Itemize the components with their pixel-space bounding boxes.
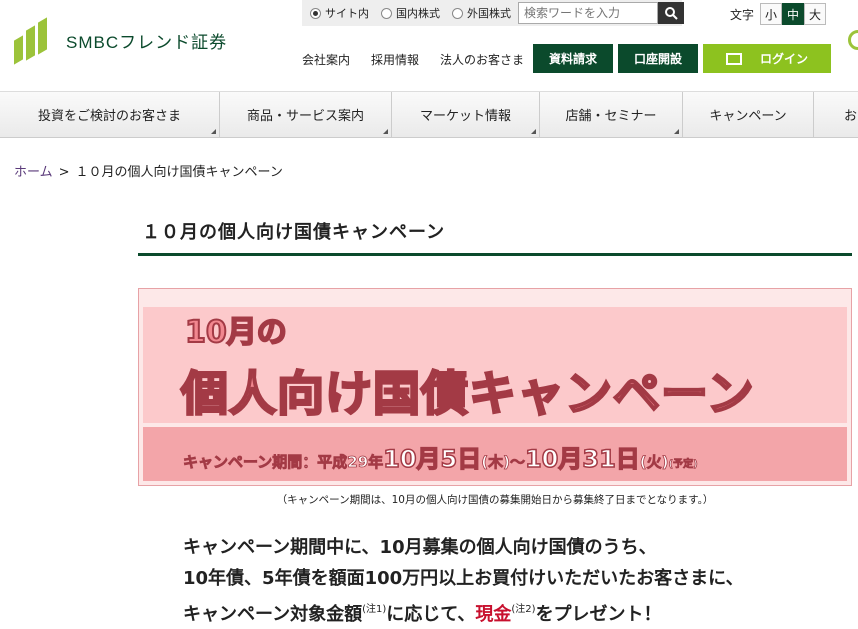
- radio-icon: [310, 7, 321, 19]
- campaign-period: キャンペーン期間：平成29年 10月5日 (木) ～ 10月31日 (火) (予…: [183, 439, 698, 474]
- site-search-bar: サイト内 国内株式 外国株式: [302, 0, 684, 26]
- banner-period-area: キャンペーン期間：平成29年 10月5日 (木) ～ 10月31日 (火) (予…: [143, 427, 847, 481]
- brand-name: SMBCフレンド証券: [66, 32, 228, 52]
- nav-label: マーケット情報: [419, 109, 511, 124]
- period-end: 10月31日: [524, 444, 640, 474]
- banner-month: 10月の: [184, 314, 288, 351]
- nav-label: キャンペーン: [709, 109, 787, 124]
- lead-line: キャンペーン対象金額(注1)に応じて、現金(注2)をプレゼント！: [183, 594, 744, 629]
- font-size-label: 文字: [730, 7, 755, 22]
- campaign-banner: 10月の 個人向け国債キャンペーン キャンペーン期間：平成29年 10月5日 (…: [138, 288, 852, 486]
- link-recruit[interactable]: 採用情報: [371, 51, 419, 68]
- open-account-button[interactable]: 口座開設: [618, 44, 698, 73]
- page-title: １０月の個人向け国債キャンペーン: [138, 218, 852, 256]
- login-label: ログイン: [759, 52, 808, 66]
- request-documents-button[interactable]: 資料請求: [533, 44, 613, 73]
- lead-text: に応じて、: [386, 604, 476, 625]
- nav-item-products[interactable]: 商品・サービス案内: [220, 92, 392, 137]
- radio-icon: [381, 7, 392, 19]
- login-button[interactable]: ログイン: [703, 44, 831, 73]
- search-button[interactable]: [658, 2, 684, 24]
- nav-label: 投資をご検討のお客さま: [37, 109, 181, 124]
- nav-item-branches[interactable]: 店舗・セミナー: [540, 92, 683, 137]
- nav-item-more[interactable]: お: [814, 92, 858, 137]
- breadcrumb-home[interactable]: ホーム: [14, 165, 53, 180]
- decorative-ring-icon: [848, 30, 858, 50]
- period-start-day: (木): [481, 453, 511, 472]
- lead-line: キャンペーン期間中に、10月募集の個人向け国債のうち、: [183, 537, 657, 558]
- period-tentative: (予定): [668, 459, 698, 471]
- nav-item-market[interactable]: マーケット情報: [392, 92, 540, 137]
- lead-text: をプレゼント！: [535, 604, 662, 625]
- radio-label: 外国株式: [467, 7, 511, 20]
- breadcrumb-current: １０月の個人向け国債キャンペーン: [75, 165, 283, 180]
- link-corporate[interactable]: 法人のお客さま: [440, 51, 524, 68]
- lead-line: 10年債、5年債を額面100万円以上お買付けいただいたお客さまに、: [183, 568, 744, 589]
- lead-text: キャンペーン対象金額: [183, 604, 363, 625]
- period-end-day: (火): [639, 453, 669, 472]
- corner-arrow-icon: [531, 129, 536, 134]
- corner-arrow-icon: [211, 129, 216, 134]
- font-size-small[interactable]: 小: [760, 3, 783, 25]
- banner-headline-area: 10月の 個人向け国債キャンペーン: [143, 307, 847, 423]
- brand-mark-icon: [14, 16, 50, 65]
- banner-note: （キャンペーン期間は、10月の個人向け国債の募集開始日から募集終了日までとなりま…: [276, 494, 714, 506]
- search-input[interactable]: [518, 2, 658, 24]
- nav-label: 店舗・セミナー: [565, 109, 657, 124]
- search-scope-site[interactable]: サイト内: [310, 5, 369, 21]
- radio-label: サイト内: [325, 7, 369, 20]
- search-scope-domestic[interactable]: 国内株式: [381, 5, 440, 21]
- radio-icon: [452, 7, 463, 19]
- radio-label: 国内株式: [396, 7, 440, 20]
- login-icon: [725, 52, 742, 65]
- cash-highlight: 現金: [475, 604, 512, 625]
- link-company[interactable]: 会社案内: [302, 51, 350, 68]
- font-size-medium[interactable]: 中: [782, 3, 805, 25]
- breadcrumb-separator: >: [58, 165, 70, 180]
- footnote-ref[interactable]: (注1): [362, 604, 386, 615]
- search-scope-foreign[interactable]: 外国株式: [452, 5, 511, 21]
- search-icon: [665, 7, 678, 20]
- period-label: キャンペーン期間：平成29年: [183, 453, 384, 472]
- global-nav: 投資をご検討のお客さま 商品・サービス案内 マーケット情報 店舗・セミナー キャ…: [0, 91, 858, 138]
- period-tilde: ～: [509, 453, 526, 472]
- nav-item-prospective[interactable]: 投資をご検討のお客さま: [0, 92, 220, 137]
- banner-title: 個人向け国債キャンペーン: [180, 366, 755, 424]
- font-size-switcher: 文字 小 中 大: [730, 3, 827, 25]
- period-start: 10月5日: [382, 444, 482, 474]
- nav-label: 商品・サービス案内: [246, 109, 364, 124]
- utility-links: 会社案内 採用情報 法人のお客さま: [302, 51, 545, 68]
- font-size-large[interactable]: 大: [804, 3, 827, 25]
- campaign-lead-text: キャンペーン期間中に、10月募集の個人向け国債のうち、 10年債、5年債を額面1…: [183, 532, 744, 629]
- brand-logo[interactable]: SMBCフレンド証券: [14, 16, 228, 65]
- nav-item-campaign[interactable]: キャンペーン: [683, 92, 814, 137]
- breadcrumb: ホーム >１０月の個人向け国債キャンペーン: [14, 161, 283, 180]
- corner-arrow-icon: [674, 129, 679, 134]
- nav-label: お: [844, 109, 858, 124]
- corner-arrow-icon: [383, 129, 388, 134]
- footnote-ref[interactable]: (注2): [511, 604, 535, 615]
